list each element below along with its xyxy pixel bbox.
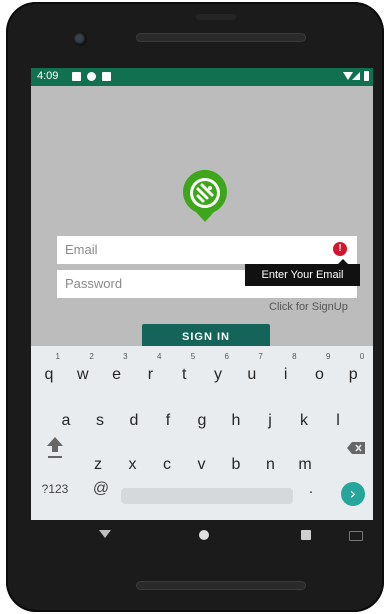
key-r[interactable]: r4 — [135, 352, 165, 390]
key-q[interactable]: q1 — [34, 352, 64, 390]
key-hint: 9 — [325, 352, 331, 361]
key-hint: 0 — [359, 352, 365, 361]
navigation-bar — [31, 520, 373, 550]
key-label: y — [214, 366, 222, 383]
key-y[interactable]: y6 — [203, 352, 233, 390]
key-k[interactable]: k — [289, 406, 319, 436]
key-a[interactable]: a — [51, 406, 81, 436]
key-hint: 1 — [55, 352, 60, 361]
key-hint: 4 — [156, 352, 162, 361]
email-placeholder: Email — [65, 242, 98, 257]
key-f[interactable]: f — [153, 406, 183, 436]
key-o[interactable]: o9 — [304, 352, 334, 390]
key-label: t — [181, 366, 187, 383]
key-label: a — [61, 412, 71, 429]
status-time: 4:09 — [37, 70, 59, 82]
keyboard-icon[interactable] — [349, 531, 363, 541]
key-hint: 2 — [89, 352, 94, 361]
key-label: l — [336, 412, 340, 429]
earpiece-speaker — [136, 33, 306, 42]
key-label: r — [147, 366, 154, 383]
key-label: j — [268, 412, 272, 429]
key-label: d — [129, 412, 139, 429]
key-w[interactable]: w2 — [68, 352, 98, 390]
key-t[interactable]: t5 — [169, 352, 199, 390]
key-label: e — [112, 366, 122, 383]
error-tooltip: Enter Your Email — [245, 259, 360, 286]
key-hint: 7 — [258, 352, 263, 361]
key-g[interactable]: g — [187, 406, 217, 436]
key-hint: 3 — [123, 352, 128, 361]
key-l[interactable]: l — [323, 406, 353, 436]
key-d[interactable]: d — [119, 406, 149, 436]
key-n[interactable]: n — [256, 450, 286, 480]
key-label: o — [314, 366, 324, 383]
key-hint: 6 — [224, 352, 229, 361]
key-label: g — [197, 412, 207, 429]
key-label: f — [165, 412, 171, 429]
key-hint: 8 — [292, 352, 297, 361]
key-label: k — [300, 412, 308, 429]
key-label: v — [197, 456, 206, 473]
signal-icon — [352, 72, 360, 80]
key-i[interactable]: i8 — [271, 352, 301, 390]
bottom-speaker — [136, 581, 306, 590]
key-label: n — [266, 456, 275, 473]
front-camera — [73, 32, 87, 46]
key-hint: 5 — [190, 352, 196, 361]
soft-keyboard: q1w2e3r4t5y6u7i8o9p0 asdfghjkl zxcvbnm ?… — [31, 346, 373, 520]
symbols-key[interactable]: ?123 — [37, 474, 73, 504]
key-s[interactable]: s — [85, 406, 115, 436]
key-label: w — [77, 366, 89, 383]
key-label: u — [247, 366, 257, 383]
key-u[interactable]: u7 — [237, 352, 267, 390]
backspace-icon[interactable] — [347, 442, 365, 454]
go-button[interactable]: › — [341, 482, 365, 506]
period-key[interactable]: . — [301, 474, 321, 504]
key-label: s — [96, 412, 104, 429]
key-j[interactable]: j — [255, 406, 285, 436]
top-sensor — [196, 14, 236, 20]
space-bar[interactable] — [121, 488, 293, 504]
key-label: p — [348, 366, 358, 383]
recents-icon[interactable] — [301, 530, 311, 540]
password-placeholder: Password — [65, 276, 123, 291]
key-c[interactable]: c — [152, 450, 182, 480]
battery-icon — [364, 71, 369, 81]
storage-icon — [102, 72, 111, 81]
app-logo-icon — [183, 169, 227, 222]
signup-link[interactable]: Click for SignUp — [269, 301, 348, 313]
key-label: b — [231, 456, 241, 473]
key-label: i — [283, 366, 288, 383]
key-h[interactable]: h — [221, 406, 251, 436]
email-field[interactable]: Email — [57, 236, 357, 264]
key-label: h — [231, 412, 241, 429]
key-label: x — [128, 456, 137, 473]
status-bar: 4:09 — [31, 68, 373, 86]
at-key[interactable]: @ — [89, 474, 113, 504]
screen: 4:09 Email ! Password Enter Your Email C… — [31, 68, 373, 550]
key-x[interactable]: x — [118, 450, 148, 480]
shift-icon[interactable] — [45, 434, 65, 460]
key-label: z — [94, 456, 102, 473]
home-icon[interactable] — [199, 530, 209, 540]
cast-icon — [87, 72, 96, 81]
phone-frame: 4:09 Email ! Password Enter Your Email C… — [6, 2, 384, 612]
error-icon[interactable]: ! — [333, 242, 347, 256]
key-v[interactable]: v — [187, 450, 217, 480]
key-b[interactable]: b — [221, 450, 251, 480]
key-label: c — [163, 456, 171, 473]
key-label: q — [44, 366, 54, 383]
key-p[interactable]: p0 — [338, 352, 368, 390]
key-e[interactable]: e3 — [102, 352, 132, 390]
notification-icon — [72, 72, 81, 81]
back-icon[interactable] — [99, 530, 111, 538]
key-label: m — [298, 456, 312, 473]
